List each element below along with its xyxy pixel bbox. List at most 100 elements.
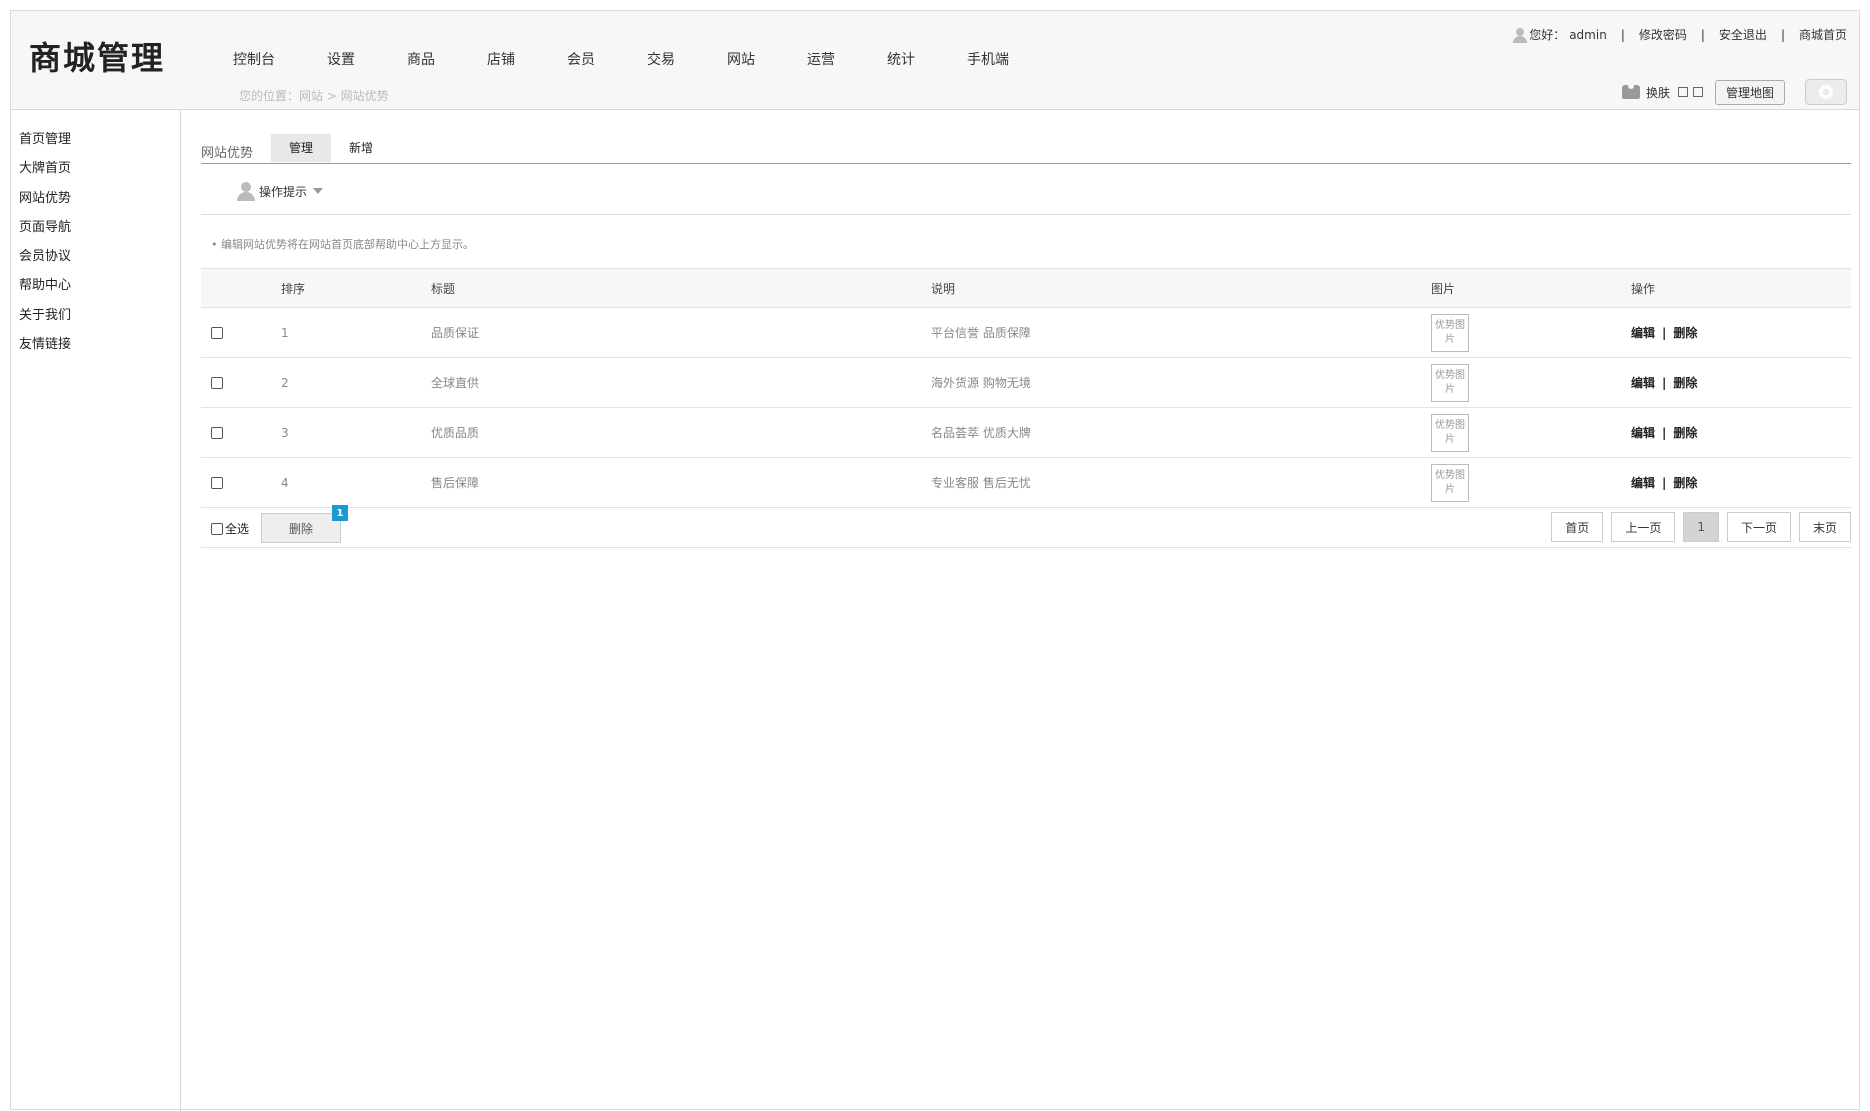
delete-link[interactable]: 删除 [1673, 474, 1697, 491]
nav-item-goods[interactable]: 商品 [407, 49, 435, 69]
nav-item-member[interactable]: 会员 [567, 49, 595, 69]
row-title: 优质品质 [431, 426, 480, 440]
next-page-button[interactable]: 下一页 [1726, 512, 1791, 542]
tab-bar: 网站优势 管理 新增 [201, 134, 1851, 164]
row-title: 全球直供 [431, 376, 480, 390]
row-checkbox[interactable] [211, 458, 223, 507]
divider: | [1662, 375, 1667, 390]
sidebar-item-agreement[interactable]: 会员协议 [19, 245, 71, 264]
settings-button[interactable] [1805, 79, 1847, 105]
divider: | [1620, 27, 1625, 42]
tips-label: 操作提示 [259, 184, 308, 199]
skin-option-2[interactable] [1692, 87, 1703, 97]
row-checkbox[interactable] [211, 358, 223, 407]
change-password-link[interactable]: 修改密码 [1639, 26, 1687, 43]
logout-link[interactable]: 安全退出 [1719, 26, 1767, 43]
sidebar-item-links[interactable]: 友情链接 [19, 333, 71, 352]
row-title: 售后保障 [431, 476, 480, 490]
delete-link[interactable]: 删除 [1673, 374, 1697, 391]
nav-item-settings[interactable]: 设置 [327, 49, 355, 69]
edit-link[interactable]: 编辑 [1631, 474, 1655, 491]
edit-link[interactable]: 编辑 [1631, 324, 1655, 341]
sidebar-item-navigation[interactable]: 页面导航 [19, 216, 71, 235]
nav-item-operation[interactable]: 运营 [807, 49, 835, 69]
sidebar-item-brand-home[interactable]: 大牌首页 [19, 157, 71, 176]
nav-item-website[interactable]: 网站 [727, 49, 755, 69]
row-ops: 编辑 | 删除 [1631, 358, 1697, 407]
row-desc: 海外货源 购物无境 [931, 376, 1031, 390]
advantages-table: 排序 标题 说明 图片 操作 1 品质保证 平台信誉 品质保障 优势图片 编辑 |… [201, 268, 1851, 548]
tips-toggle[interactable]: 操作提示 [237, 182, 324, 201]
first-page-button[interactable]: 首页 [1551, 512, 1604, 542]
row-image: 优势图片 [1431, 458, 1469, 507]
prev-page-button[interactable]: 上一页 [1611, 512, 1676, 542]
table-row: 1 品质保证 平台信誉 品质保障 优势图片 编辑 | 删除 [201, 308, 1851, 358]
sidebar-item-help[interactable]: 帮助中心 [19, 274, 71, 293]
delete-link[interactable]: 删除 [1673, 424, 1697, 441]
nav-item-console[interactable]: 控制台 [233, 49, 275, 69]
row-desc: 专业客服 售后无忧 [931, 476, 1031, 490]
skin-switch-link[interactable]: 换肤 [1646, 84, 1670, 101]
row-sort: 4 [281, 475, 289, 490]
tab-manage[interactable]: 管理 [271, 134, 332, 162]
divider: | [1662, 475, 1667, 490]
nav-item-store[interactable]: 店铺 [487, 49, 515, 69]
sidebar-item-about[interactable]: 关于我们 [19, 304, 71, 323]
app-frame: 商城管理 控制台 设置 商品 店铺 会员 交易 网站 运营 统计 手机端 您的位… [10, 10, 1860, 1111]
row-checkbox[interactable] [211, 408, 223, 457]
edit-link[interactable]: 编辑 [1631, 424, 1655, 441]
table-row: 3 优质品质 名品荟萃 优质大牌 优势图片 编辑 | 删除 [201, 408, 1851, 458]
select-all-checkbox[interactable]: 全选 [211, 520, 249, 537]
sidebar: 首页管理 大牌首页 网站优势 页面导航 会员协议 帮助中心 关于我们 友情链接 [11, 110, 181, 1111]
row-checkbox[interactable] [211, 308, 223, 357]
user-icon [1513, 27, 1528, 43]
nav-item-mobile[interactable]: 手机端 [967, 49, 1009, 69]
select-all-label: 全选 [225, 522, 250, 536]
divider: | [1780, 27, 1785, 42]
skin-option-1[interactable] [1677, 87, 1688, 97]
sidebar-item-home[interactable]: 首页管理 [19, 128, 71, 147]
column-header-sort: 排序 [281, 281, 306, 296]
column-header-image: 图片 [1431, 281, 1456, 296]
table-row: 2 全球直供 海外货源 购物无境 优势图片 编辑 | 删除 [201, 358, 1851, 408]
tab-add[interactable]: 新增 [331, 134, 391, 162]
row-sort: 1 [281, 325, 289, 340]
row-desc: 名品荟萃 优质大牌 [931, 426, 1031, 440]
row-sort: 3 [281, 425, 289, 440]
delete-link[interactable]: 删除 [1673, 324, 1697, 341]
row-ops: 编辑 | 删除 [1631, 308, 1697, 357]
edit-link[interactable]: 编辑 [1631, 374, 1655, 391]
sitemap-button[interactable]: 管理地图 [1714, 79, 1785, 105]
row-ops: 编辑 | 删除 [1631, 408, 1697, 457]
checkbox[interactable] [211, 522, 223, 535]
tools-bar: 换肤 管理地图 [1621, 79, 1847, 105]
image-thumbnail: 优势图片 [1431, 363, 1469, 402]
column-header-desc: 说明 [931, 281, 956, 296]
row-image: 优势图片 [1431, 308, 1469, 357]
top-header: 商城管理 控制台 设置 商品 店铺 会员 交易 网站 运营 统计 手机端 您的位… [11, 11, 1859, 110]
chevron-down-icon [313, 188, 324, 194]
mall-home-link[interactable]: 商城首页 [1799, 26, 1847, 43]
main-nav: 控制台 设置 商品 店铺 会员 交易 网站 运营 统计 手机端 [233, 49, 1061, 69]
section-title: 网站优势 [201, 146, 254, 161]
tips-panel: 操作提示 [201, 170, 1851, 215]
last-page-button[interactable]: 末页 [1798, 512, 1851, 542]
row-title: 品质保证 [431, 326, 480, 340]
user-icon [237, 182, 255, 201]
row-desc: 平台信誉 品质保障 [931, 326, 1031, 340]
nav-item-stats[interactable]: 统计 [887, 49, 915, 69]
batch-delete-button[interactable]: 删除 1 [261, 505, 348, 543]
divider: | [1700, 27, 1705, 42]
greeting-label: 您好： [1529, 28, 1566, 42]
column-header-title: 标题 [431, 281, 456, 296]
image-thumbnail: 优势图片 [1431, 313, 1469, 352]
column-header-ops: 操作 [1631, 281, 1656, 296]
nav-item-trade[interactable]: 交易 [647, 49, 675, 69]
username-label: admin [1569, 27, 1607, 42]
image-thumbnail: 优势图片 [1431, 463, 1469, 502]
tshirt-icon [1621, 85, 1640, 99]
current-page-button[interactable]: 1 [1683, 512, 1719, 542]
count-badge: 1 [332, 505, 348, 521]
sidebar-item-advantages[interactable]: 网站优势 [19, 187, 71, 206]
table-header: 排序 标题 说明 图片 操作 [201, 268, 1851, 308]
